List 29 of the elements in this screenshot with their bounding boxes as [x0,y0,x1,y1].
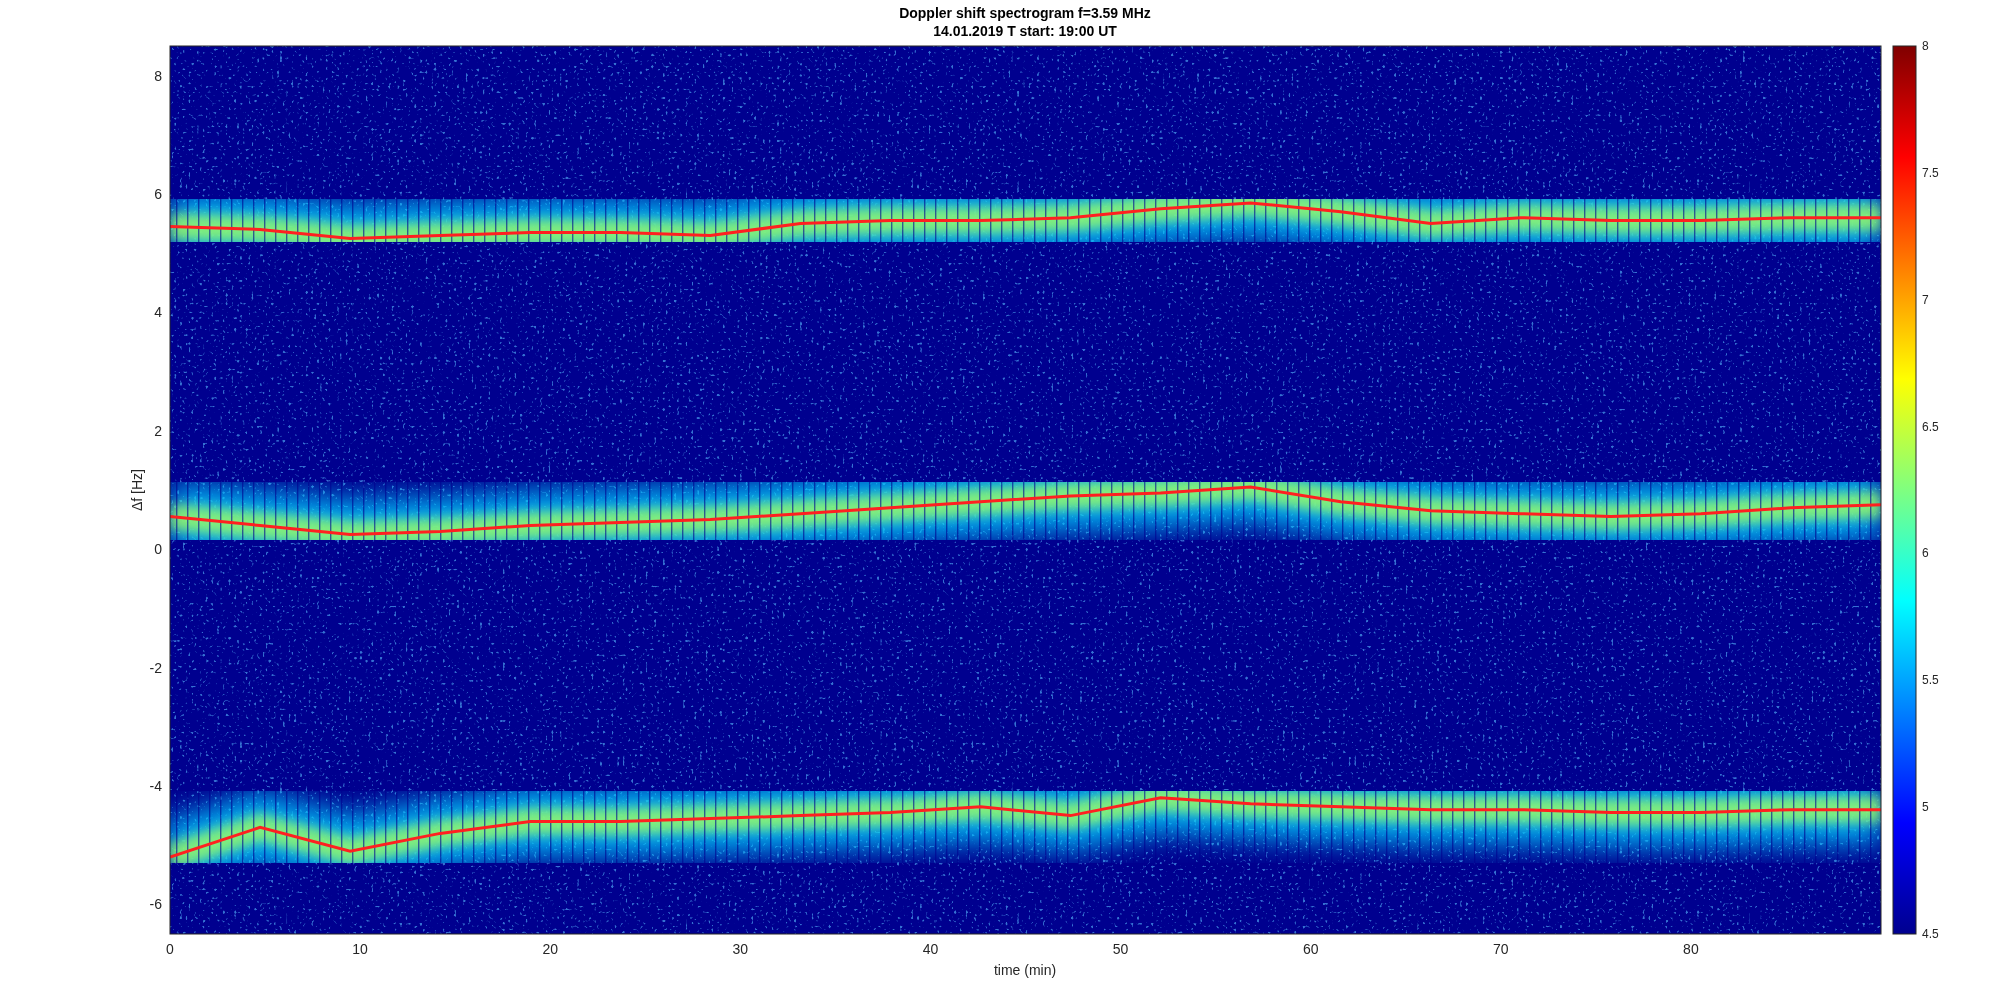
colorbar-tick-label: 8 [1922,39,1929,53]
x-tick-label: 40 [922,941,939,957]
y-tick-label: 2 [154,422,162,439]
x-tick-label: 60 [1302,941,1319,957]
x-tick-label: 20 [542,941,558,957]
y-tick-label: -6 [149,896,162,913]
x-tick-label: 30 [732,941,749,957]
colorbar-tick-label: 5.5 [1922,673,1939,688]
y-tick-label: 4 [154,304,162,321]
y-axis-label: Δf [Hz] [129,469,145,511]
y-tick-label: 0 [154,541,162,558]
colorbar-tick-label: 5 [1922,800,1929,815]
colorbar-tick-label: 7 [1922,292,1929,307]
x-axis-label: time (min) [993,962,1057,978]
x-tick-label: 50 [1112,941,1129,957]
colorbar-tick-label: 4.5 [1922,927,1939,941]
x-tick-label: 10 [352,941,368,957]
y-tick-label: 6 [154,186,162,202]
colorbar-tick-label: 7.5 [1922,165,1939,180]
x-tick-label: 70 [1493,941,1509,957]
plot-title: 14.01.2019 T start: 19:00 UT [933,23,1117,39]
plot-title: Doppler shift spectrogram f=3.59 MHz [899,5,1151,21]
colorbar-tick-label: 6.5 [1922,419,1939,434]
y-tick-label: 8 [154,67,162,84]
x-tick-label: 0 [166,941,174,957]
y-tick-label: -2 [149,659,162,676]
x-tick-label: 80 [1683,941,1699,957]
y-tick-label: -4 [149,778,162,794]
colorbar-tick-label: 6 [1922,546,1929,561]
